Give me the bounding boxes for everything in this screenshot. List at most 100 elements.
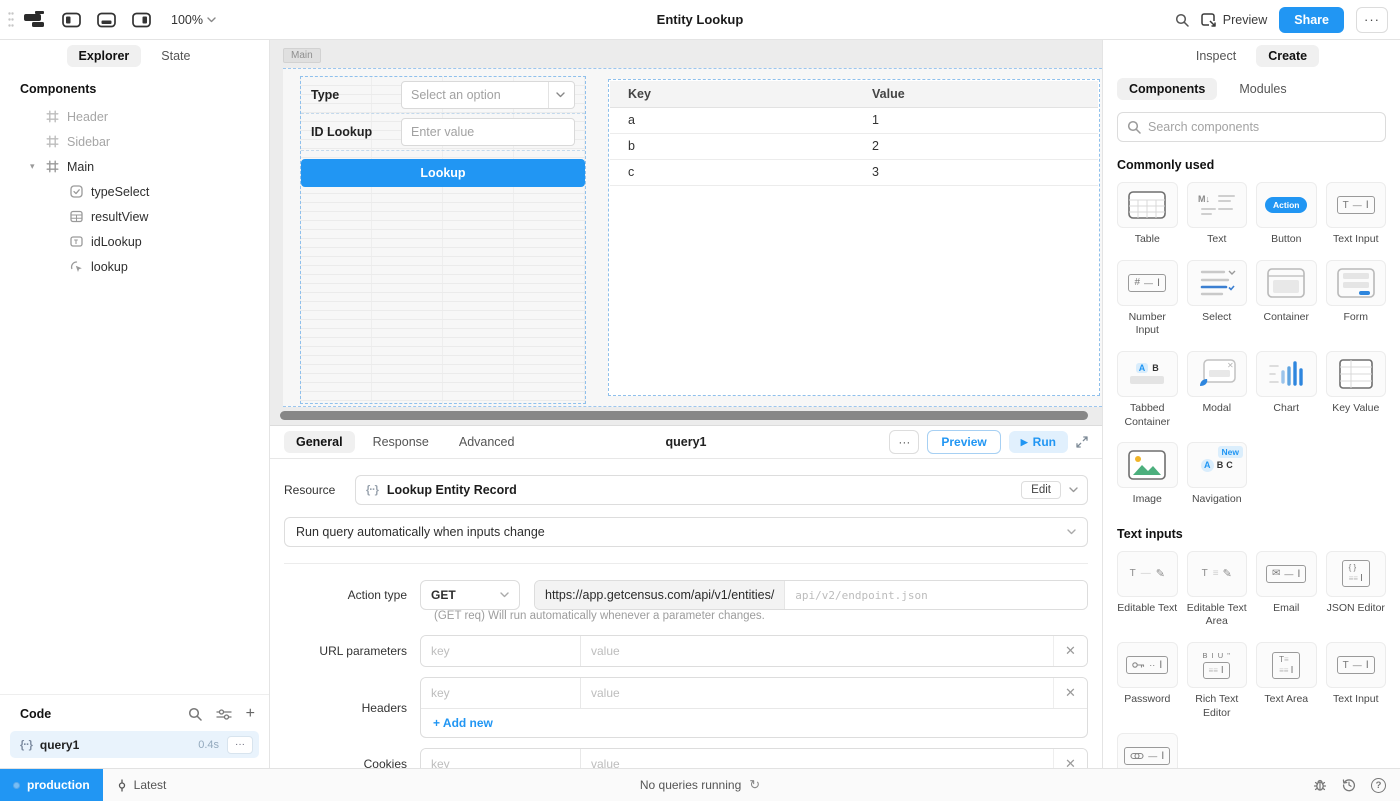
component-card-text-input[interactable]: T—IText Input: [1326, 182, 1387, 247]
component-card-button[interactable]: ActionButton: [1256, 182, 1317, 247]
zoom-level-dropdown[interactable]: 100%: [171, 13, 216, 27]
component-card-tabbed-container[interactable]: ABTabbed Container: [1117, 351, 1178, 429]
result-table-body: a1b2c3: [610, 107, 1098, 185]
tab-state[interactable]: State: [149, 45, 202, 67]
form-container[interactable]: Type Select an option ID Lookup Enter va…: [300, 76, 586, 404]
component-card-container[interactable]: Container: [1256, 260, 1317, 338]
tab-explorer[interactable]: Explorer: [67, 45, 142, 67]
url-endpoint-input[interactable]: [785, 581, 1087, 609]
component-card-image[interactable]: Image: [1117, 442, 1178, 507]
result-table-column-header[interactable]: Value: [854, 81, 1098, 107]
component-card-text-input[interactable]: T—IText Input: [1326, 642, 1387, 720]
version-selector[interactable]: Latest: [116, 778, 167, 792]
environment-badge[interactable]: production: [0, 769, 103, 801]
query-tab-general[interactable]: General: [284, 431, 355, 453]
tab-inspect[interactable]: Inspect: [1184, 45, 1248, 67]
subtab-modules[interactable]: Modules: [1227, 78, 1298, 100]
toggle-left-panel-button[interactable]: [58, 8, 84, 32]
component-card-text[interactable]: M↓Text: [1187, 182, 1248, 247]
result-table-container[interactable]: KeyValue a1b2c3: [608, 79, 1100, 396]
type-select[interactable]: Select an option: [401, 81, 575, 109]
query-more-button[interactable]: ···: [889, 430, 919, 454]
tab-create[interactable]: Create: [1256, 45, 1319, 67]
canvas[interactable]: Main Type Select an option ID Lookup: [270, 40, 1102, 425]
component-card-key-value[interactable]: Key Value: [1326, 351, 1387, 429]
table-row[interactable]: c3: [610, 159, 1098, 185]
toggle-right-panel-button[interactable]: [128, 8, 154, 32]
component-card-editable-text[interactable]: T—✎Editable Text: [1117, 551, 1178, 629]
component-card-number-input[interactable]: #—INumber Input: [1117, 260, 1178, 338]
horizontal-scrollbar[interactable]: [280, 411, 1088, 420]
component-card-select[interactable]: Select: [1187, 260, 1248, 338]
component-card-rich-text-editor[interactable]: B I U "≡≡IRich Text Editor: [1187, 642, 1248, 720]
result-table-column-header[interactable]: Key: [610, 81, 854, 107]
component-card-url[interactable]: —IURL: [1117, 733, 1178, 768]
remove-row-button[interactable]: ✕: [1053, 636, 1087, 666]
table-row[interactable]: b2: [610, 133, 1098, 159]
component-card-text-area[interactable]: T≡≡≡ IText Area: [1256, 642, 1317, 720]
toggle-bottom-panel-button[interactable]: [93, 8, 119, 32]
code-item-more-button[interactable]: ···: [227, 736, 253, 754]
component-card-modal[interactable]: ✕Modal: [1187, 351, 1248, 429]
expand-editor-icon[interactable]: [1076, 436, 1088, 448]
remove-row-button[interactable]: ✕: [1053, 678, 1087, 708]
url-parameters-value-input[interactable]: [581, 636, 1053, 666]
tree-item-idlookup[interactable]: idLookup: [0, 229, 269, 254]
refresh-icon[interactable]: ↻: [749, 777, 760, 793]
share-button[interactable]: Share: [1279, 7, 1344, 33]
component-card-table[interactable]: Table: [1117, 182, 1178, 247]
tree-item-lookup[interactable]: lookup: [0, 254, 269, 279]
preview-button[interactable]: Preview: [1201, 13, 1267, 27]
debug-icon[interactable]: [1313, 778, 1327, 792]
query-preview-button[interactable]: Preview: [927, 430, 1000, 454]
id-lookup-input[interactable]: Enter value: [401, 118, 575, 146]
frame-label-chip[interactable]: Main: [283, 48, 321, 63]
code-add-icon[interactable]: +: [246, 705, 255, 723]
table-row[interactable]: a1: [610, 107, 1098, 133]
headers-value-input[interactable]: [581, 678, 1053, 708]
result-table: KeyValue a1b2c3: [610, 81, 1098, 186]
component-search-input[interactable]: [1148, 120, 1376, 134]
tree-item-header[interactable]: Header: [0, 104, 269, 129]
editable-text-card-icon: T—✎: [1117, 551, 1178, 597]
resource-select[interactable]: {··} Lookup Entity Record Edit: [355, 475, 1088, 505]
home-logo-icon[interactable]: [23, 8, 49, 32]
tree-item-main[interactable]: ▾Main: [0, 154, 269, 179]
help-icon[interactable]: ?: [1371, 778, 1386, 793]
component-card-navigation[interactable]: ABCNewNavigation: [1187, 442, 1248, 507]
cookies-value-input[interactable]: [581, 749, 1053, 768]
search-icon[interactable]: [1175, 13, 1189, 27]
headers-key-input[interactable]: [421, 678, 581, 708]
component-card-form[interactable]: Form: [1326, 260, 1387, 338]
code-search-icon[interactable]: [188, 705, 202, 723]
tree-item-resultview[interactable]: resultView: [0, 204, 269, 229]
query-tab-response[interactable]: Response: [361, 431, 441, 453]
history-icon[interactable]: [1342, 778, 1356, 792]
query-run-button[interactable]: ▶ Run: [1009, 431, 1068, 453]
cookies-key-input[interactable]: [421, 749, 581, 768]
more-options-button[interactable]: ···: [1356, 7, 1388, 33]
tree-caret-icon[interactable]: ▾: [30, 161, 35, 172]
component-card-email[interactable]: ✉—IEmail: [1256, 551, 1317, 629]
action-type-select[interactable]: GET: [420, 580, 520, 610]
remove-row-button[interactable]: ✕: [1053, 749, 1087, 768]
add-new-button[interactable]: + Add new: [433, 716, 493, 730]
main-frame[interactable]: Type Select an option ID Lookup Enter va…: [283, 68, 1102, 407]
code-item-query1[interactable]: {··}query10.4s···: [10, 731, 259, 758]
zoom-level-value: 100%: [171, 13, 203, 27]
run-mode-select[interactable]: Run query automatically when inputs chan…: [284, 517, 1088, 547]
component-card-password[interactable]: ··IPassword: [1117, 642, 1178, 720]
url-field[interactable]: https://app.getcensus.com/api/v1/entitie…: [534, 580, 1088, 610]
lookup-button[interactable]: Lookup: [301, 159, 585, 187]
tree-item-sidebar[interactable]: Sidebar: [0, 129, 269, 154]
component-card-json-editor[interactable]: { }≡≡ IJSON Editor: [1326, 551, 1387, 629]
code-filter-icon[interactable]: [216, 705, 232, 723]
component-card-chart[interactable]: Chart: [1256, 351, 1317, 429]
component-search[interactable]: [1117, 112, 1386, 142]
query-tab-advanced[interactable]: Advanced: [447, 431, 527, 453]
subtab-components[interactable]: Components: [1117, 78, 1217, 100]
resource-edit-button[interactable]: Edit: [1021, 481, 1061, 499]
tree-item-typeselect[interactable]: typeSelect: [0, 179, 269, 204]
component-card-editable-text-area[interactable]: T≡✎Editable Text Area: [1187, 551, 1248, 629]
url-parameters-key-input[interactable]: [421, 636, 581, 666]
